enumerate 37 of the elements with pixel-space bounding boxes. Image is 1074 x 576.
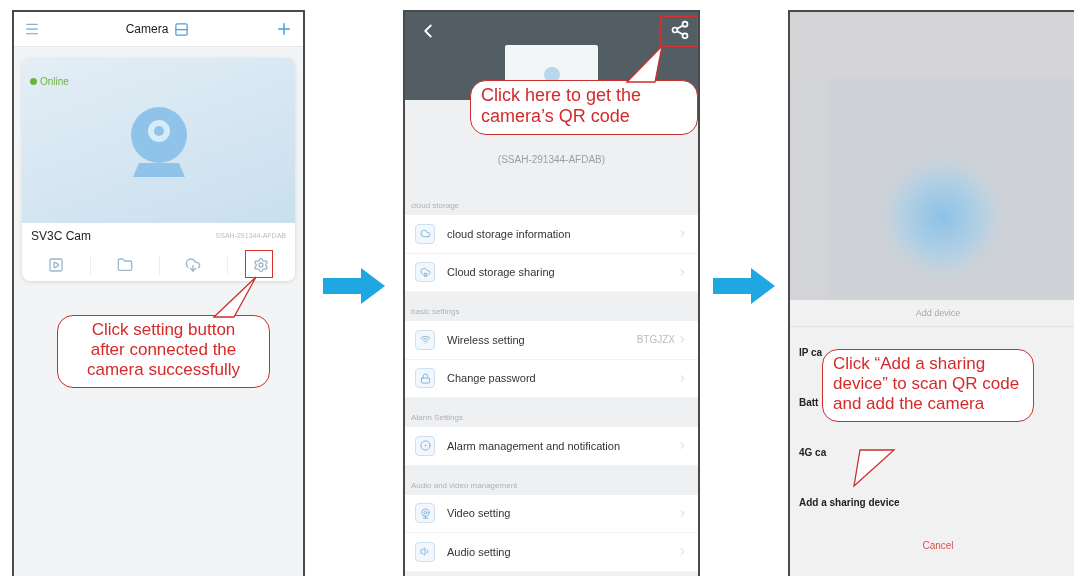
menu-icon[interactable] <box>24 21 40 37</box>
layout-icon[interactable] <box>174 21 190 37</box>
status-dot <box>30 78 37 85</box>
screen-title: Camera <box>125 22 169 36</box>
highlight-frame <box>245 250 273 278</box>
highlight-frame <box>660 16 698 47</box>
cloud-icon <box>415 262 435 283</box>
callout-pointer <box>852 449 896 487</box>
sheet-title: Add device <box>915 308 961 318</box>
settings-row[interactable]: Alarm management and notification <box>405 427 698 466</box>
add-icon[interactable] <box>275 20 293 38</box>
settings-row[interactable]: Video setting <box>405 494 698 533</box>
option-item[interactable]: IP ca <box>799 346 823 358</box>
cancel-button[interactable]: Cancel <box>912 527 964 563</box>
status-text: Online <box>40 76 69 87</box>
option-item[interactable]: Add a sharing device <box>799 496 900 508</box>
settings-row[interactable]: Audio setting <box>405 533 698 572</box>
cloud-icon <box>415 223 435 244</box>
row-value: BTGJZX <box>636 334 675 346</box>
settings-row[interactable]: Cloud storage sharing <box>405 253 698 292</box>
settings-row[interactable]: Wireless setting BTGJZX <box>405 321 698 360</box>
alarm-icon <box>415 435 435 456</box>
step-arrow <box>713 268 775 304</box>
speaker-icon <box>415 541 435 562</box>
option-item[interactable]: Batt <box>799 396 819 408</box>
callout: Click “Add a sharing device” to scan QR code and add the camera <box>822 349 1034 423</box>
callout-pointer <box>625 45 665 83</box>
webcam-icon <box>415 503 435 524</box>
camera-name: SV3C Cam <box>31 228 92 243</box>
lock-icon <box>415 368 435 389</box>
settings-row[interactable]: cloud storage information <box>405 215 698 254</box>
wifi-icon <box>415 329 435 350</box>
device-id: (SSAH-291344-AFDAB) <box>497 154 606 167</box>
share-icon[interactable] <box>670 20 690 40</box>
settings-row[interactable]: Change password <box>405 359 698 398</box>
option-item[interactable]: 4G ca <box>799 446 827 458</box>
step-arrow <box>323 268 385 304</box>
